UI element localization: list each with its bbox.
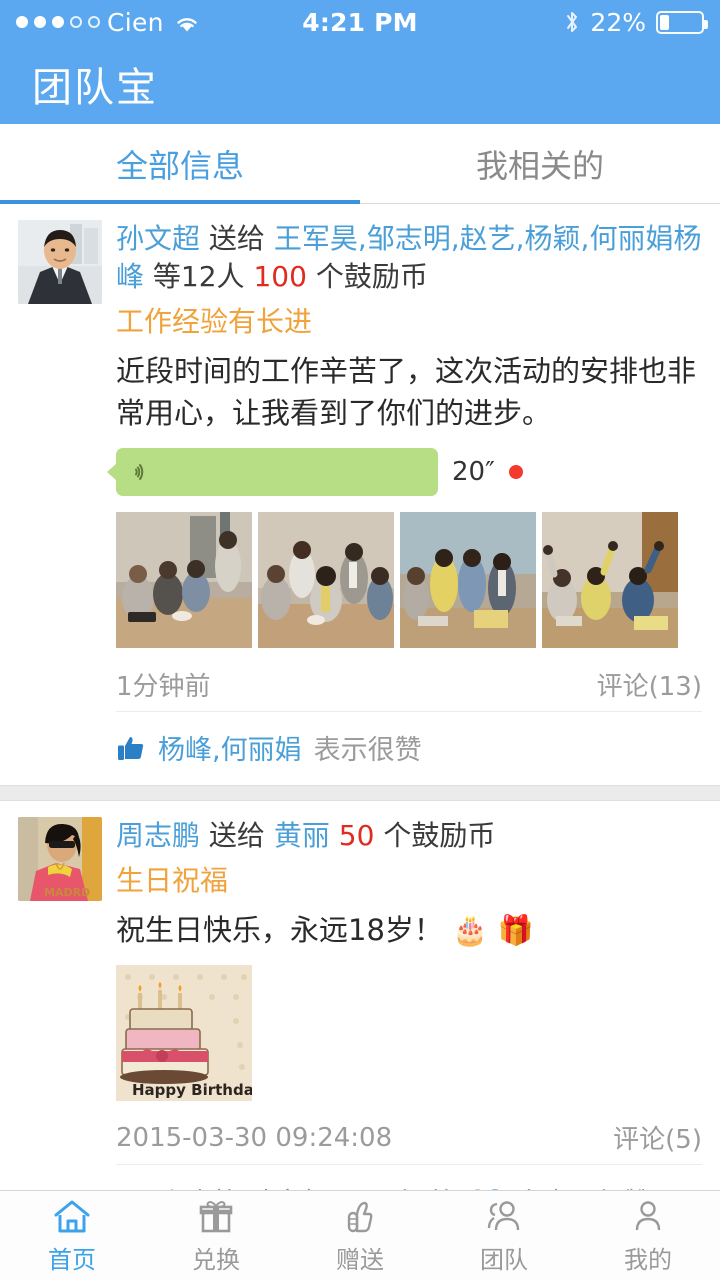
tab-all-messages[interactable]: 全部信息 <box>0 124 360 204</box>
post-like-suffix: 表示很赞 <box>313 735 422 767</box>
tabbar-item-exchange-label: 兑换 <box>192 1246 240 1274</box>
tabbar-item-home[interactable]: 首页 <box>0 1196 144 1275</box>
navigation-bar: 团队宝 <box>0 44 720 124</box>
tabbar-item-mine[interactable]: 我的 <box>576 1196 720 1275</box>
battery-icon <box>656 10 708 34</box>
tab-related-to-me[interactable]: 我相关的 <box>360 124 720 203</box>
post-headline: 孙文超 送给 王军昊,邹志明,赵艺,杨颖,何丽娟杨峰 等12人 100 个鼓励币 <box>116 220 702 296</box>
bottom-tab-bar: 首页 兑换 赠送 团队 我的 <box>0 1190 720 1280</box>
avatar[interactable] <box>18 220 102 304</box>
post-amount: 50 <box>338 819 375 853</box>
post-recipients[interactable]: 黄丽 <box>274 819 330 852</box>
tab-related-to-me-label: 我相关的 <box>475 146 604 185</box>
post-amount: 100 <box>253 259 307 293</box>
person-icon <box>626 1196 670 1236</box>
feed-post[interactable]: 孙文超 送给 王军昊,邹志明,赵艺,杨颖,何丽娟杨峰 等12人 100 个鼓励币… <box>0 204 720 786</box>
voice-duration: 20″ <box>452 457 495 488</box>
tabbar-item-mine-label: 我的 <box>624 1246 672 1274</box>
tabbar-item-give-label: 赠送 <box>336 1246 384 1274</box>
avatar[interactable]: MADRD <box>18 817 102 902</box>
post-others-count: 等12人 <box>152 259 245 293</box>
post-headline: 周志鹏 送给 黄丽 50 个鼓励币 <box>116 817 702 855</box>
app-screen: Cien 4:21 PM 22% 团队宝 全部信息 我相关的 孙文超 送给 王军… <box>0 0 720 1280</box>
bluetooth-icon <box>564 10 580 34</box>
tabbar-item-give[interactable]: 赠送 <box>288 1196 432 1275</box>
tab-all-messages-label: 全部信息 <box>115 146 244 185</box>
post-like-names[interactable]: 杨峰,何丽娟 <box>158 728 302 767</box>
post-image[interactable] <box>116 512 252 649</box>
post-content: 近段时间的工作辛苦了，这次活动的安排也非常用心，让我看到了你们的进步。 <box>116 353 697 431</box>
post-content-text: 祝生日快乐，永远18岁！ <box>116 913 443 948</box>
voice-unread-dot <box>508 465 523 480</box>
feed-post[interactable]: MADRD 周志鹏 送给 黄丽 50 个鼓励币 生日祝福 祝生日快乐，永远18岁… <box>0 801 720 1239</box>
gift-icon <box>194 1196 238 1236</box>
post-amount-unit: 个鼓励币 <box>315 259 428 293</box>
people-icon <box>482 1196 526 1236</box>
post-time: 1分钟前 <box>116 672 211 703</box>
post-subject: 生日祝福 <box>116 863 229 897</box>
post-comments-link[interactable]: 评论(5) <box>613 1119 702 1156</box>
feed-list: 孙文超 送给 王军昊,邹志明,赵艺,杨颖,何丽娟杨峰 等12人 100 个鼓励币… <box>0 204 720 1239</box>
svg-text:Happy Birthday: Happy Birthday <box>132 1081 252 1099</box>
home-icon <box>50 1196 94 1236</box>
post-image[interactable] <box>542 512 678 649</box>
post-verb: 送给 <box>208 222 265 255</box>
post-image-grid <box>116 512 702 649</box>
post-divider <box>0 785 720 802</box>
status-bar-right: 22% <box>564 7 708 37</box>
post-sender[interactable]: 孙文超 <box>116 222 200 255</box>
post-image[interactable]: Happy Birthday <box>116 965 252 1102</box>
thumbs-up-icon <box>116 733 146 763</box>
post-verb: 送给 <box>208 819 265 853</box>
status-bar: Cien 4:21 PM 22% <box>0 0 720 44</box>
post-comments-link[interactable]: 评论(13) <box>597 666 702 703</box>
post-subject: 工作经验有长进 <box>116 304 313 338</box>
post-image[interactable] <box>400 512 536 649</box>
sound-wave-icon <box>135 464 144 481</box>
battery-percent-label: 22% <box>590 7 646 37</box>
voice-bubble[interactable] <box>116 448 438 497</box>
svg-text:MADRD: MADRD <box>44 886 90 899</box>
tabbar-item-team-label: 团队 <box>480 1246 528 1274</box>
post-amount-unit: 个鼓励币 <box>383 819 496 853</box>
post-time: 2015-03-30 09:24:08 <box>116 1122 393 1153</box>
tabbar-item-exchange[interactable]: 兑换 <box>144 1196 288 1275</box>
post-likes-row[interactable]: 杨峰,何丽娟 表示很赞 <box>116 711 702 785</box>
post-content: 祝生日快乐，永远18岁！ 🎂 🎁 <box>116 909 702 951</box>
page-title: 团队宝 <box>32 65 158 111</box>
post-meta: 1分钟前 评论(13) <box>116 666 702 703</box>
post-meta: 2015-03-30 09:24:08 评论(5) <box>116 1119 702 1156</box>
post-image[interactable] <box>258 512 394 649</box>
thumbs-up-icon <box>338 1196 382 1236</box>
tabbar-item-home-label: 首页 <box>48 1246 96 1274</box>
tabbar-item-team[interactable]: 团队 <box>432 1196 576 1275</box>
post-sender[interactable]: 周志鹏 <box>116 819 200 852</box>
voice-message[interactable]: 20″ <box>116 448 702 497</box>
segment-tabs: 全部信息 我相关的 <box>0 124 720 204</box>
post-content-emojis: 🎂 🎁 <box>452 913 534 948</box>
